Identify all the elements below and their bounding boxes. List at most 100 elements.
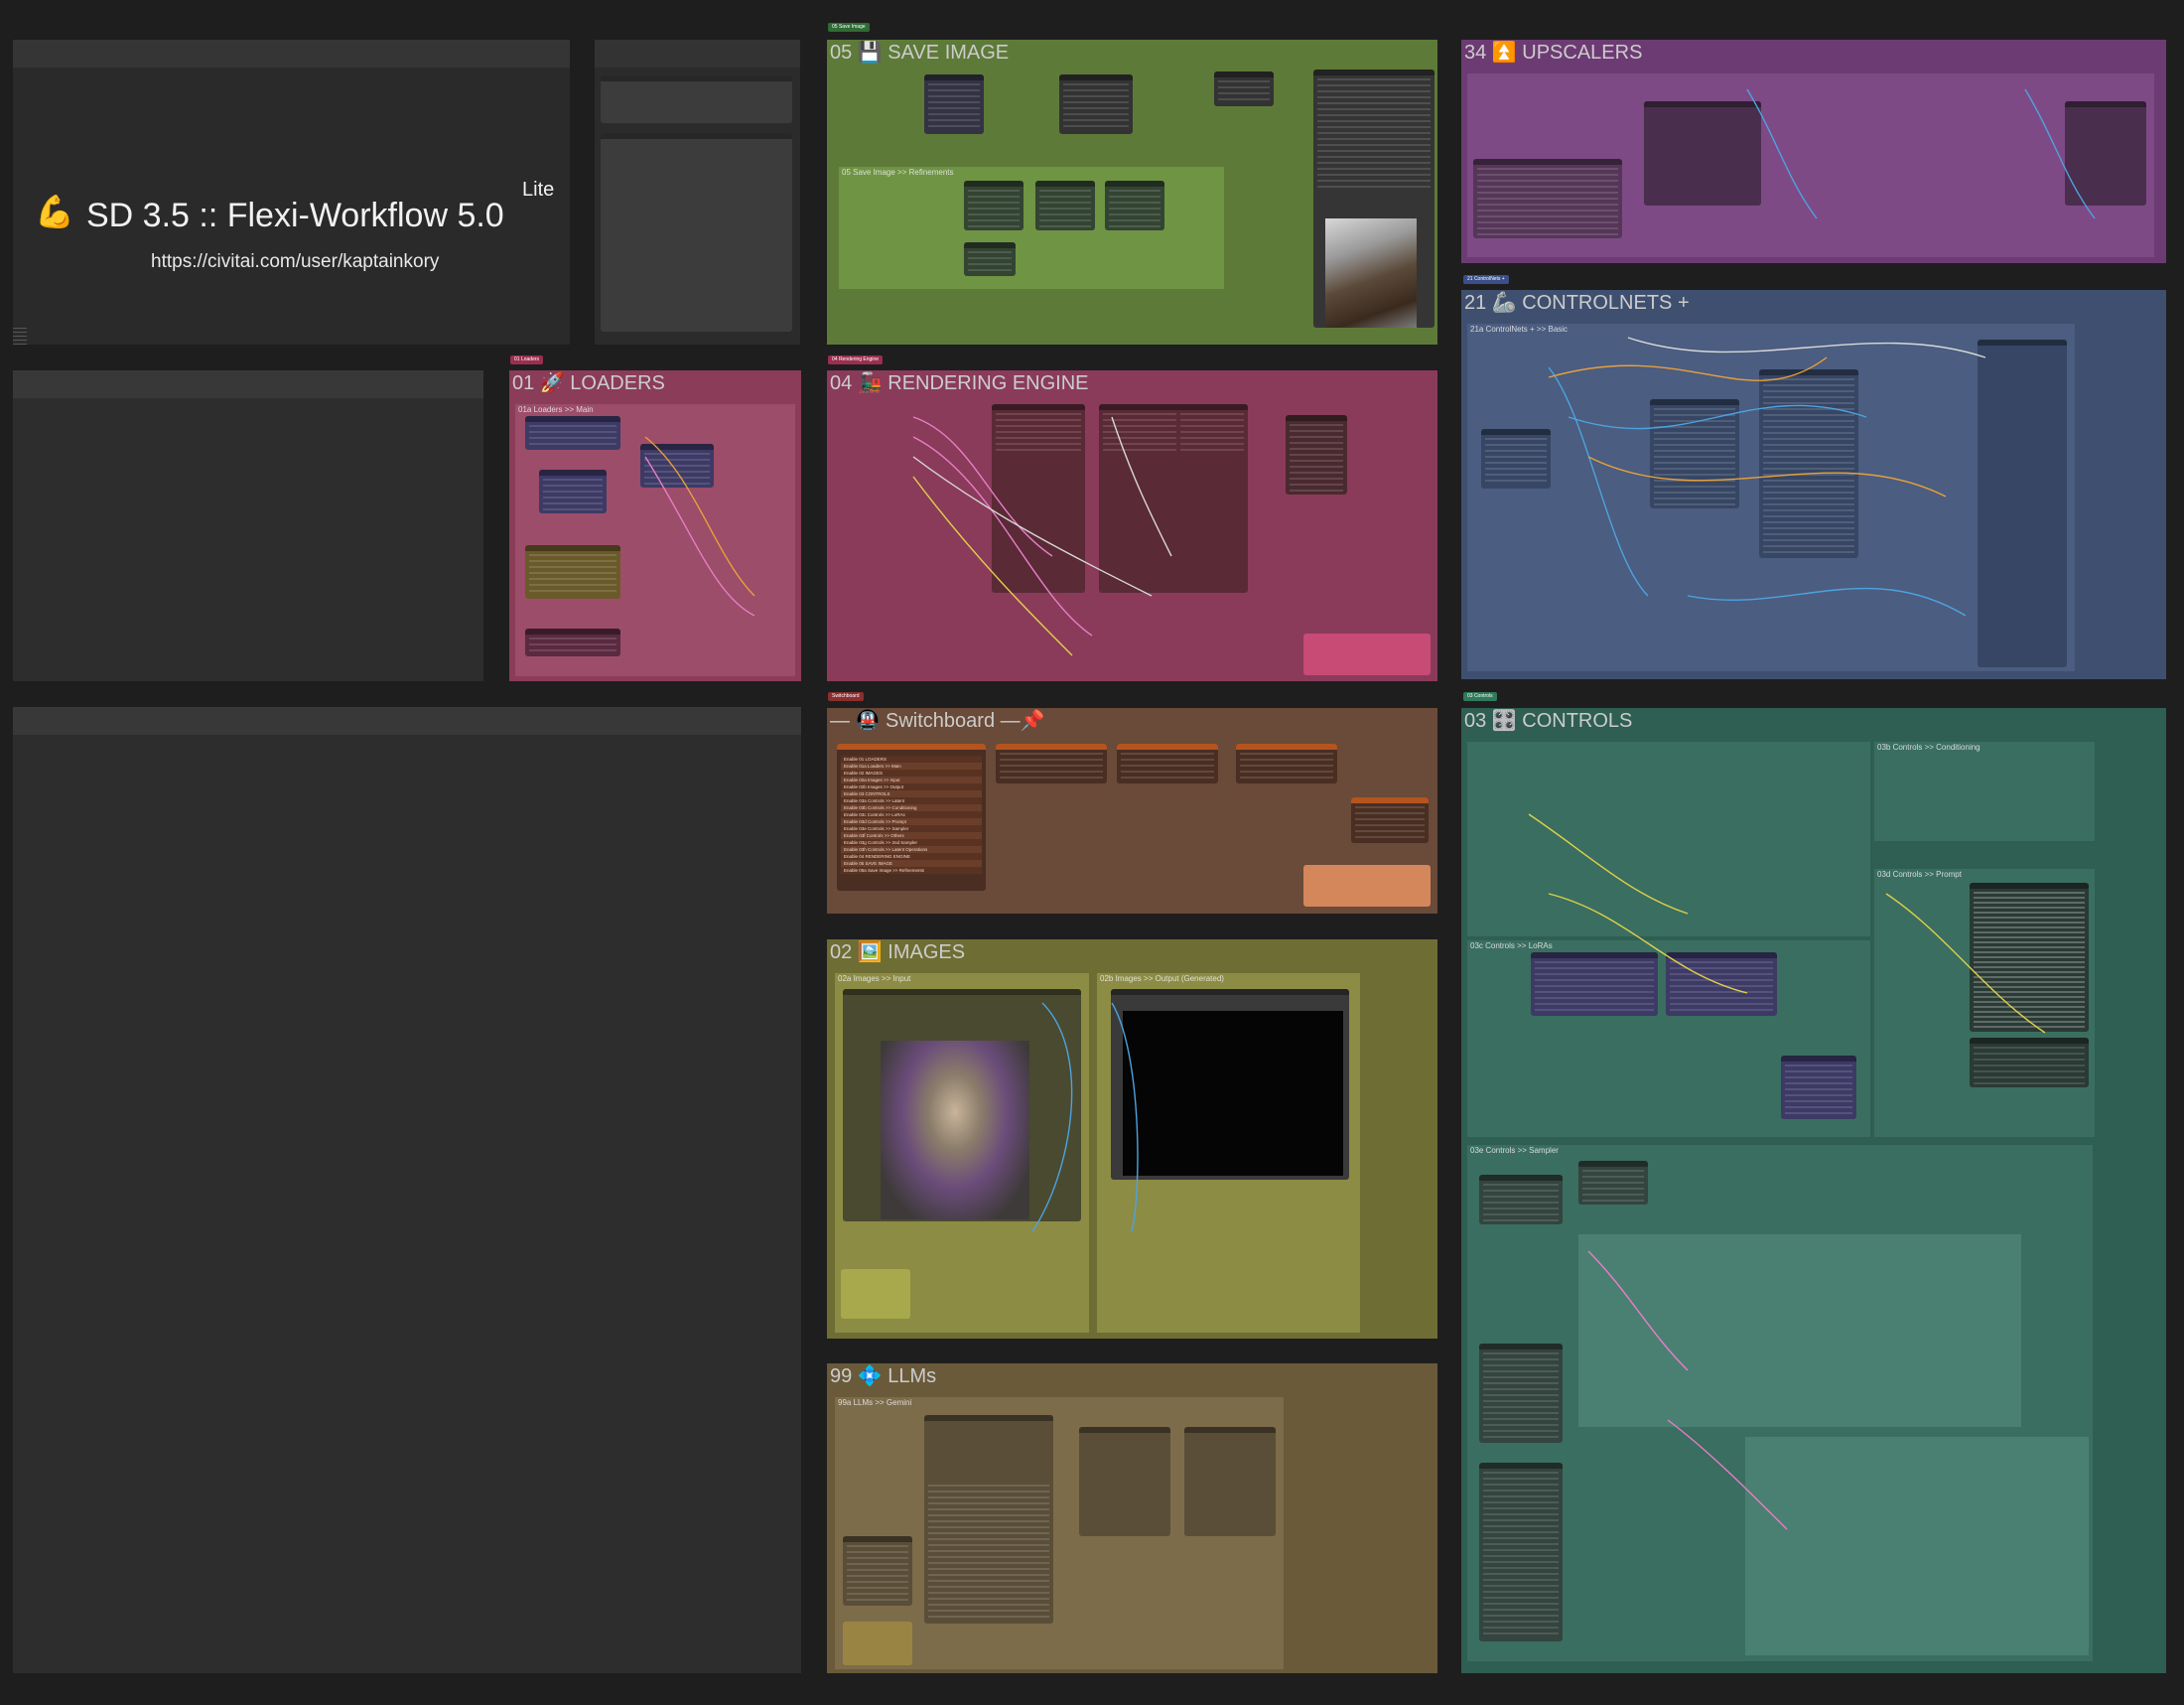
node-image-contrast[interactable] — [1105, 181, 1164, 230]
node-power-lora-a[interactable] — [1531, 952, 1658, 1016]
group-title-controlnets: 21 🦾 CONTROLNETS + — [1464, 292, 1690, 314]
node-controlnet-preview[interactable] — [1978, 340, 2067, 667]
node-load-image[interactable] — [843, 989, 1081, 1221]
node-model-sampling[interactable] — [640, 444, 714, 488]
node-negative-prompt[interactable] — [1970, 1038, 2089, 1087]
group-controls[interactable]: 03 🎛️ CONTROLS 03b Controls >> Condition… — [1461, 708, 2166, 1673]
node-power-lora-b[interactable] — [1666, 952, 1777, 1016]
node-llm-settings[interactable] — [843, 1536, 912, 1606]
node-image-save[interactable] — [1313, 70, 1434, 328]
switchboard-toggle-row[interactable]: Enable 03a Controls >> Latent — [841, 797, 982, 804]
group-tag-rendering[interactable]: 04 Rendering Engine — [828, 355, 883, 364]
group-upscalers[interactable]: 34 ⏫ UPSCALERS — [1461, 40, 2166, 263]
subgroup-controls-prompt[interactable]: 03d Controls >> Prompt — [1874, 869, 2095, 1137]
node-sampler-note[interactable] — [1303, 634, 1431, 675]
node-sampler-custom-c[interactable] — [1176, 404, 1248, 593]
node-switch-note[interactable] — [1303, 865, 1431, 907]
subgroup-images-output[interactable]: 02b Images >> Output (Generated) — [1097, 973, 1360, 1333]
node-image-sharpen[interactable] — [964, 242, 1016, 276]
node-vae-loader[interactable] — [525, 629, 620, 656]
node-vae-decode[interactable] — [1286, 415, 1347, 495]
switchboard-toggle-row[interactable]: Enable 01a Loaders >> Main — [841, 763, 982, 770]
subgroup-llms-gemini[interactable]: 99a LLMs >> Gemini — [835, 1397, 1284, 1669]
switchboard-toggle-row[interactable]: Enable 03f Controls >> Others — [841, 832, 982, 839]
node-upscale-settings[interactable] — [1473, 159, 1622, 238]
switchboard-toggle-row[interactable]: Enable 02 IMAGES — [841, 770, 982, 777]
switchboard-toggle-row[interactable]: Enable 03c Controls >> LoRAs — [841, 811, 982, 818]
node-dynamic-thresholding[interactable] — [1479, 1344, 1563, 1443]
node-llm-output-b[interactable] — [1184, 1427, 1276, 1536]
node-switch-b[interactable] — [996, 744, 1107, 783]
switchboard-toggle-row[interactable]: Enable 05 SAVE IMAGE — [841, 860, 982, 867]
node-lora-switch[interactable] — [1781, 1056, 1856, 1119]
node-upscale-preview[interactable] — [2065, 101, 2146, 206]
subgroup-second-sampler[interactable] — [1578, 1234, 2021, 1427]
switchboard-toggle-row[interactable]: Enable 03g Controls >> 2nd Sampler — [841, 839, 982, 846]
title-card[interactable]: 📌 💪 SD 3.5 :: Flexi-Workflow 5.0 Lite ht… — [13, 40, 570, 345]
group-images[interactable]: 02 🖼️ IMAGES 02a Images >> Input 02b Ima… — [827, 939, 1437, 1339]
node-model-sampling-a[interactable] — [1479, 1175, 1563, 1224]
switchboard-toggle-row[interactable]: Enable 03b Controls >> Conditioning — [841, 804, 982, 811]
group-llms[interactable]: 99 💠 LLMs 99a LLMs >> Gemini — [827, 1363, 1437, 1673]
node-image-switch[interactable] — [924, 74, 984, 134]
empty-panel-top[interactable] — [13, 370, 483, 681]
group-tag-controls[interactable]: 03 Controls — [1463, 692, 1497, 701]
switchboard-toggle-row[interactable]: Enable 03 CONTROLS — [841, 790, 982, 797]
node-clip-loader[interactable] — [525, 545, 620, 599]
node-positive-prompt[interactable] — [1970, 883, 2089, 1032]
subgroup-images-input[interactable]: 02a Images >> Input — [835, 973, 1089, 1333]
group-switchboard[interactable]: — 🚇 Switchboard —📌 Enable 01 LOADERS Enab… — [827, 708, 1437, 914]
group-controlnets[interactable]: 21 🦾 CONTROLNETS + 21a ControlNets + >> … — [1461, 290, 2166, 679]
group-tag-switchboard[interactable]: Switchboard — [828, 692, 864, 701]
switchboard-toggle-row[interactable]: Enable 03d Controls >> Prompt — [841, 818, 982, 825]
start-here-group[interactable]: — 💪 Start Here —📌 — [595, 40, 800, 345]
node-checkpoint-loader[interactable] — [525, 416, 620, 450]
subgroup-latent-operations[interactable] — [1745, 1437, 2089, 1655]
node-controlnet-loader[interactable] — [1481, 429, 1551, 489]
empty-panel-bottom[interactable] — [13, 707, 801, 1673]
group-loaders[interactable]: 01 🚀 LOADERS 01a Loaders >> Main — [509, 370, 801, 681]
node-fast-groups-muter[interactable]: Enable 01 LOADERS Enable 01a Loaders >> M… — [837, 744, 986, 891]
node-switch-d[interactable] — [1236, 744, 1337, 783]
node-image-blend[interactable] — [1035, 181, 1095, 230]
subgroup-controls-loras[interactable]: 03c Controls >> LoRAs — [1467, 940, 1870, 1137]
author-url[interactable]: https://civitai.com/user/kaptainkory — [151, 251, 439, 273]
node-gemini-prompt[interactable] — [924, 1415, 1053, 1624]
group-tag-save-image[interactable]: 05 Save Image — [828, 23, 870, 32]
node-controlnet-apply-a[interactable] — [1650, 399, 1739, 508]
node-image-note[interactable] — [841, 1269, 910, 1319]
switchboard-toggle-row[interactable]: Enable 02b Images >> Output — [841, 783, 982, 790]
switchboard-toggle-row[interactable]: Enable 01 LOADERS — [841, 756, 982, 763]
switchboard-toggle-row[interactable]: Enable 05a Save Image >> Refinements — [841, 867, 982, 874]
node-controlnet-apply-b[interactable] — [1759, 369, 1858, 558]
node-preview-output[interactable] — [1111, 989, 1349, 1180]
node-switch-e[interactable] — [1351, 797, 1429, 843]
switchboard-toggle-row[interactable]: Enable 03e Controls >> Sampler — [841, 825, 982, 832]
group-tag-controlnets[interactable]: 21 ControlNets + — [1463, 275, 1509, 284]
start-note-node[interactable] — [601, 75, 792, 123]
node-upscale-main[interactable] — [1644, 101, 1761, 206]
subgroup-loaders-main[interactable]: 01a Loaders >> Main — [515, 404, 795, 676]
group-save-image[interactable]: 05 💾 SAVE IMAGE 05 Save Image >> Refinem… — [827, 40, 1437, 345]
node-llm-note[interactable] — [843, 1622, 912, 1665]
node-switch-c[interactable] — [1117, 744, 1218, 783]
node-memory-cleanup[interactable] — [1214, 71, 1274, 106]
node-llm-output-a[interactable] — [1079, 1427, 1170, 1536]
switchboard-toggle-row[interactable]: Enable 02a Images >> Input — [841, 777, 982, 783]
node-sampler-custom-a[interactable] — [992, 404, 1085, 593]
node-unet-loader[interactable] — [539, 470, 607, 513]
node-refinements-switch[interactable] — [1059, 74, 1133, 134]
subgroup-controls-latent[interactable] — [1467, 742, 1870, 936]
switchboard-toggle-row[interactable]: Enable 03h Controls >> Latent Operations — [841, 846, 982, 853]
node-scheduler[interactable] — [1578, 1161, 1648, 1205]
switchboard-toggle-row[interactable]: Enable 04 RENDERING ENGINE — [841, 853, 982, 860]
subgroup-save-refinements[interactable]: 05 Save Image >> Refinements — [839, 167, 1224, 289]
subgroup-controls-sampler[interactable]: 03e Controls >> Sampler — [1467, 1145, 2093, 1661]
start-info-node[interactable] — [601, 133, 792, 332]
node-model-sampling-b[interactable] — [1479, 1463, 1563, 1641]
subgroup-title-sampler: 03e Controls >> Sampler — [1470, 1146, 1559, 1155]
node-image-histogram[interactable] — [964, 181, 1024, 230]
group-rendering-engine[interactable]: 04 🚂 RENDERING ENGINE — [827, 370, 1437, 681]
group-tag-loaders[interactable]: 01 Loaders — [510, 355, 544, 364]
subgroup-controls-conditioning[interactable]: 03b Controls >> Conditioning — [1874, 742, 2095, 841]
